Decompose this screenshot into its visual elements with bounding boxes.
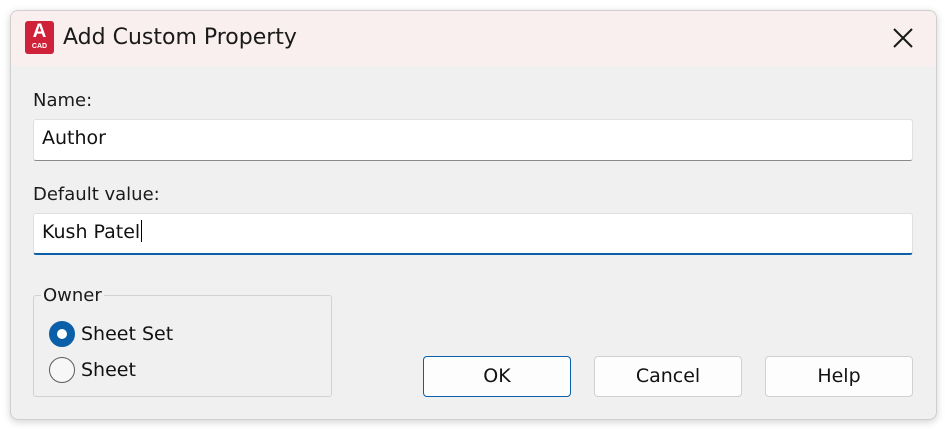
app-icon-letter: A — [32, 21, 47, 42]
text-caret — [141, 220, 143, 242]
default-value-text: Kush Patel — [42, 221, 141, 243]
owner-groupbox — [33, 295, 332, 397]
default-value-label: Default value: — [33, 184, 160, 205]
default-value-input-text: Kush Patel — [42, 220, 143, 244]
radio-checked-icon[interactable] — [49, 321, 75, 347]
app-icon-sub: CAD — [31, 43, 48, 50]
cancel-button[interactable]: Cancel — [594, 356, 742, 397]
name-input-value: Author — [42, 127, 106, 149]
dialog-title: Add Custom Property — [63, 25, 297, 50]
help-button[interactable]: Help — [765, 356, 913, 397]
close-button[interactable] — [883, 21, 923, 55]
autocad-app-icon: A CAD — [25, 21, 54, 54]
name-input[interactable]: Author — [33, 119, 913, 161]
radio-unchecked-icon[interactable] — [49, 357, 75, 383]
ok-button[interactable]: OK — [423, 356, 571, 397]
close-icon — [893, 28, 913, 48]
default-value-input[interactable]: Kush Patel — [33, 213, 913, 255]
add-custom-property-dialog: A CAD Add Custom Property Name: Author D… — [10, 10, 937, 420]
title-bar: A CAD Add Custom Property — [11, 11, 936, 66]
radio-sheet-label: Sheet — [81, 359, 136, 381]
owner-legend: Owner — [41, 285, 104, 307]
radio-sheet-set-label: Sheet Set — [81, 323, 174, 345]
name-label: Name: — [33, 90, 93, 111]
